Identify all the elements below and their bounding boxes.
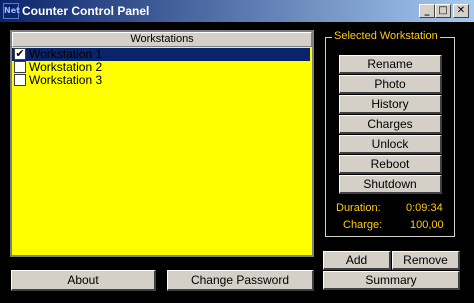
charge-value: 100,00 (410, 219, 444, 231)
history-button[interactable]: History (339, 95, 442, 114)
app-icon: Net (3, 3, 20, 19)
add-button[interactable]: Add (323, 251, 391, 270)
workstation-label: Workstation 3 (29, 73, 103, 87)
change-password-button[interactable]: Change Password (167, 270, 314, 291)
workstations-list[interactable]: ✔ Workstation 1 Workstation 2 Workstatio… (12, 47, 312, 255)
summary-button[interactable]: Summary (323, 271, 460, 290)
reboot-button[interactable]: Reboot (339, 155, 442, 174)
workstation-row[interactable]: Workstation 3 (12, 74, 310, 87)
selected-workstation-title: Selected Workstation (332, 30, 440, 43)
title-bar[interactable]: Net Counter Control Panel _ □ ✕ (0, 0, 474, 22)
close-button[interactable]: ✕ (453, 4, 469, 18)
workstation-checkbox[interactable] (14, 61, 26, 73)
remove-button[interactable]: Remove (392, 251, 460, 270)
photo-button[interactable]: Photo (339, 75, 442, 94)
workstations-header[interactable]: Workstations (12, 32, 312, 47)
window-title: Counter Control Panel (22, 4, 150, 18)
shutdown-button[interactable]: Shutdown (339, 175, 442, 194)
about-button[interactable]: About (11, 270, 156, 291)
duration-label: Duration: (336, 202, 381, 214)
workstation-checkbox[interactable] (14, 74, 26, 86)
minimize-button[interactable]: _ (419, 4, 435, 18)
rename-button[interactable]: Rename (339, 55, 442, 74)
duration-value: 0:09:34 (406, 202, 443, 214)
maximize-button[interactable]: □ (435, 4, 451, 18)
unlock-button[interactable]: Unlock (339, 135, 442, 154)
charges-button[interactable]: Charges (339, 115, 442, 134)
workstation-checkbox[interactable]: ✔ (14, 48, 26, 60)
counter-control-panel-window: Net Counter Control Panel _ □ ✕ Workstat… (0, 0, 474, 303)
charge-label: Charge: (343, 219, 383, 231)
